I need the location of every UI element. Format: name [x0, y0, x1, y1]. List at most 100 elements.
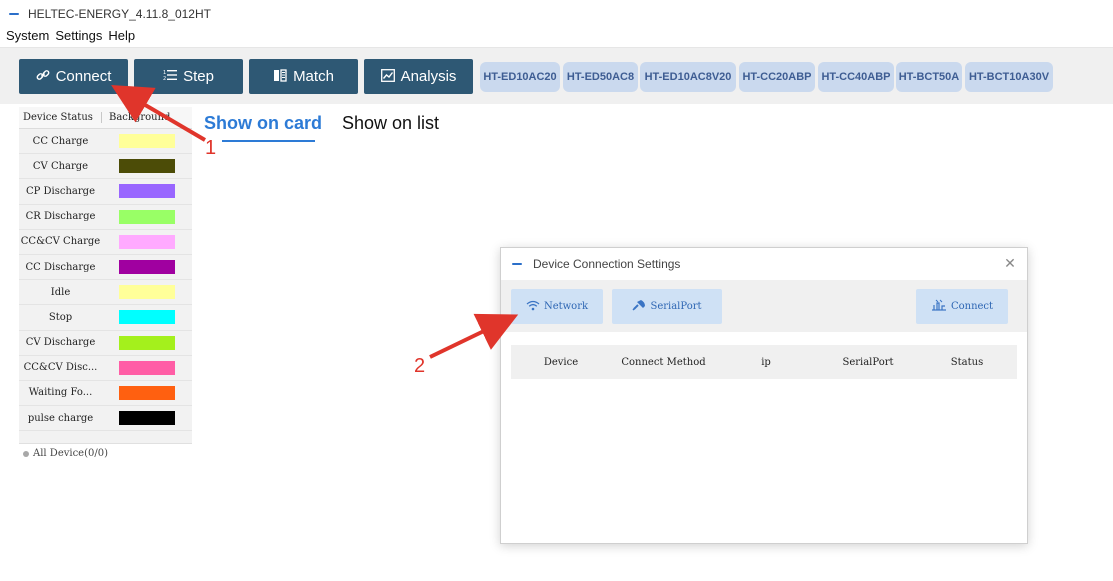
col-device: Device: [543, 356, 579, 368]
status-row: CC Charge: [19, 129, 192, 155]
status-color-swatch[interactable]: [119, 385, 175, 400]
col-connect-method: Connect Method: [621, 356, 706, 368]
dialog-connect-button-label: Connect: [950, 301, 994, 312]
status-name: pulse charge: [27, 412, 94, 424]
app-logo-icon: [8, 9, 22, 19]
dialog-app-icon: [511, 259, 525, 269]
col-serialport: SerialPort: [842, 356, 894, 368]
device-tab-ht-bct50a[interactable]: HT-BCT50A: [896, 62, 962, 92]
step-button[interactable]: 12 Step: [134, 59, 243, 94]
device-status-panel: Device Status Background CC Charge CV Cha…: [19, 107, 192, 581]
wifi-icon: [526, 300, 540, 314]
chart-icon: [380, 68, 395, 85]
all-device-node[interactable]: All Device(0/0): [23, 448, 108, 459]
active-tab-underline: [222, 140, 315, 142]
status-name: CC&CV Disc...: [23, 362, 98, 374]
annotation-number-2: 2: [414, 355, 426, 377]
device-tab-ht-cc40abp[interactable]: HT-CC40ABP: [818, 62, 894, 92]
status-name: Stop: [48, 311, 73, 323]
plug-icon: [632, 299, 646, 314]
device-tab-ht-ed10ac20[interactable]: HT-ED10AC20: [480, 62, 560, 92]
status-color-swatch[interactable]: [119, 184, 175, 199]
status-row: CV Discharge: [19, 331, 192, 356]
status-color-swatch[interactable]: [119, 209, 175, 224]
window-title: HELTEC-ENERGY_4.11.8_012HT: [28, 7, 211, 21]
status-color-swatch[interactable]: [119, 310, 175, 325]
menu-help[interactable]: Help: [108, 28, 135, 46]
status-row: CV Charge: [19, 154, 192, 180]
dialog-title: Device Connection Settings: [533, 257, 681, 271]
col-ip: ip: [761, 356, 771, 368]
annotation-arrow-2: [429, 313, 519, 359]
device-connection-dialog: Device Connection Settings ✕ Network Ser…: [500, 247, 1028, 544]
device-table-header: Device Connect Method ip SerialPort Stat…: [511, 345, 1017, 379]
status-row: CC&CV Disc...: [19, 356, 192, 381]
status-row: CC&CV Charge: [19, 230, 192, 255]
svg-text:2: 2: [163, 76, 166, 81]
menu-system[interactable]: System: [6, 28, 49, 46]
connect-button-label: Connect: [55, 68, 112, 85]
analysis-button[interactable]: Analysis: [364, 59, 473, 94]
status-row: Stop: [19, 305, 192, 331]
match-button-label: Match: [293, 68, 334, 85]
network-button-label: Network: [543, 301, 589, 312]
annotation-number-1: 1: [205, 137, 217, 159]
status-color-swatch[interactable]: [119, 159, 175, 174]
status-color-swatch[interactable]: [119, 260, 175, 275]
device-tab-ht-cc20abp[interactable]: HT-CC20ABP: [739, 62, 815, 92]
dialog-connect-button[interactable]: Connect: [916, 289, 1008, 324]
step-button-label: Step: [183, 68, 214, 85]
col-status: Status: [950, 356, 984, 368]
book-icon: [273, 68, 287, 85]
status-name: CC&CV Charge: [20, 236, 101, 248]
status-name: CV Charge: [32, 160, 89, 172]
connect-button[interactable]: Connect: [19, 59, 128, 94]
device-tab-ht-ed10ac8v20[interactable]: HT-ED10AC8V20: [640, 62, 736, 92]
list-icon: 12: [163, 69, 178, 84]
status-name: CV Discharge: [25, 337, 96, 349]
connect-icon: [931, 299, 947, 314]
status-name: CC Discharge: [25, 261, 96, 273]
status-color-swatch[interactable]: [119, 335, 175, 350]
status-legend-list: CC Charge CV Charge CP Discharge CR Dischar…: [19, 129, 192, 432]
status-color-swatch[interactable]: [119, 234, 175, 249]
network-button[interactable]: Network: [511, 289, 603, 324]
link-icon: [36, 68, 50, 85]
status-row: CP Discharge: [19, 179, 192, 205]
device-status-header: Device Status Background: [19, 107, 192, 129]
status-color-swatch[interactable]: [119, 285, 175, 300]
menu-bar: System Settings Help: [0, 28, 141, 46]
status-color-swatch[interactable]: [119, 360, 175, 375]
analysis-button-label: Analysis: [400, 68, 457, 85]
tab-show-on-list[interactable]: Show on list: [342, 113, 439, 134]
status-name: CP Discharge: [25, 185, 95, 197]
status-row: Idle: [19, 280, 192, 306]
device-tab-ht-ed50ac8[interactable]: HT-ED50AC8: [563, 62, 638, 92]
dialog-title-bar: Device Connection Settings: [501, 248, 1027, 280]
close-icon[interactable]: ✕: [1001, 254, 1019, 272]
tree-dot-icon: [23, 450, 29, 457]
title-bar: HELTEC-ENERGY_4.11.8_012HT: [0, 0, 1113, 28]
status-name: CC Charge: [32, 135, 89, 147]
status-name: CR Discharge: [25, 211, 96, 223]
status-name: Idle: [50, 286, 71, 298]
main-toolbar: Connect 12 Step Match Analysis HT-ED10AC…: [0, 48, 1113, 104]
match-button[interactable]: Match: [249, 59, 358, 94]
menu-settings[interactable]: Settings: [55, 28, 102, 46]
status-color-swatch[interactable]: [119, 134, 175, 149]
device-tab-ht-bct10a30v[interactable]: HT-BCT10A30V: [965, 62, 1053, 92]
status-name: Waiting Fo...: [28, 387, 93, 399]
serialport-button[interactable]: SerialPort: [612, 289, 722, 324]
status-row: CR Discharge: [19, 205, 192, 230]
all-device-label: All Device(0/0): [33, 448, 108, 459]
device-tree: All Device(0/0): [19, 443, 192, 581]
status-row: pulse charge: [19, 406, 192, 432]
status-row: Waiting Fo...: [19, 381, 192, 407]
status-row: CC Discharge: [19, 255, 192, 281]
status-color-swatch[interactable]: [119, 411, 175, 426]
dialog-toolbar: Network SerialPort Connect: [501, 280, 1027, 332]
serialport-button-label: SerialPort: [650, 301, 702, 312]
header-background: Background: [109, 112, 171, 123]
header-device-status: Device Status: [19, 112, 102, 123]
tab-show-on-card[interactable]: Show on card: [204, 113, 322, 134]
